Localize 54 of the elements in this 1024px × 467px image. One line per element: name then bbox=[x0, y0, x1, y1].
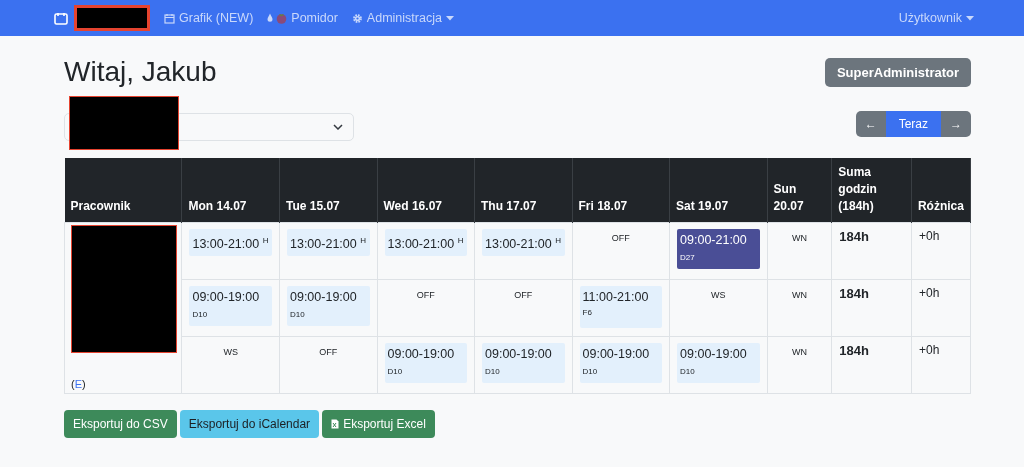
shift-block[interactable]: 13:00-21:00 $^{H}$ bbox=[482, 229, 565, 257]
column-header: Thu 17.07 bbox=[474, 158, 573, 223]
difference-cell: +0h bbox=[911, 336, 971, 394]
settings-icon bbox=[351, 12, 363, 24]
export-button[interactable]: Eksportuj Excel bbox=[322, 410, 435, 438]
shift-block[interactable]: 09:00-19:00 D10 bbox=[677, 343, 760, 383]
status-cell: OFF bbox=[279, 336, 377, 394]
column-header: Różnica bbox=[911, 158, 971, 223]
shift-block[interactable]: 09:00-19:00 D10 bbox=[579, 343, 663, 383]
today-button[interactable]: Teraz bbox=[885, 111, 941, 137]
status-cell: OFF bbox=[572, 222, 670, 280]
next-week-button[interactable]: → bbox=[941, 111, 971, 137]
shift-block[interactable]: 13:00-21:00 $^{H}$ bbox=[287, 229, 370, 257]
difference-cell: +0h bbox=[911, 222, 971, 280]
status-cell: WN bbox=[767, 336, 832, 394]
tomato-icon bbox=[276, 12, 288, 24]
column-header: Wed 16.07 bbox=[377, 158, 475, 223]
shift-block[interactable]: 13:00-21:00 $^{H}$ bbox=[384, 229, 467, 257]
export-button[interactable]: Eksportuj do iCalendar bbox=[179, 410, 320, 438]
status-cell: WN bbox=[767, 222, 832, 280]
bracket-text: ) bbox=[82, 378, 86, 390]
column-header: Tue 15.07 bbox=[279, 158, 377, 223]
shift-block[interactable]: 09:00-19:00 D10 bbox=[384, 343, 467, 383]
status-cell: OFF bbox=[377, 279, 475, 337]
greeting-heading: Witaj, Jakub bbox=[64, 56, 217, 88]
drop-icon bbox=[267, 12, 274, 22]
role-button[interactable]: SuperAdministrator bbox=[824, 57, 971, 87]
bracket-text: ( bbox=[71, 378, 75, 390]
column-header: Sun 20.07 bbox=[767, 158, 832, 223]
file-icon bbox=[331, 419, 340, 429]
column-header: Mon 14.07 bbox=[181, 158, 280, 223]
shift-block[interactable]: 09:00-21:00 D27 bbox=[677, 229, 760, 269]
shift-block[interactable]: 09:00-19:00 D10 bbox=[189, 286, 272, 326]
total-cell: 184h bbox=[831, 279, 912, 337]
column-header: Sat 19.07 bbox=[669, 158, 768, 223]
total-cell: 184h bbox=[831, 336, 912, 394]
export-button[interactable]: Eksportuj do CSV bbox=[64, 410, 177, 438]
shift-block[interactable]: 09:00-19:00 D10 bbox=[482, 343, 565, 383]
status-cell: WN bbox=[767, 279, 832, 337]
shift-block[interactable]: 13:00-21:00 $^{H}$ bbox=[189, 229, 272, 257]
edit-link[interactable]: E bbox=[74, 378, 82, 390]
column-header: Suma godzin (184h) bbox=[831, 158, 912, 223]
status-cell: WS bbox=[669, 279, 768, 337]
status-cell: WS bbox=[181, 336, 280, 394]
chevron-icon bbox=[333, 124, 343, 130]
difference-cell: +0h bbox=[911, 279, 971, 337]
shift-block[interactable]: 09:00-19:00 D10 bbox=[287, 286, 370, 326]
calendar-icon bbox=[54, 11, 68, 25]
column-header: Fri 18.07 bbox=[572, 158, 670, 223]
column-header: Pracownik bbox=[64, 158, 182, 223]
previous-week-button[interactable]: ← bbox=[855, 111, 886, 137]
status-cell: OFF bbox=[474, 279, 573, 337]
calendar-icon bbox=[164, 12, 175, 24]
total-cell: 184h bbox=[831, 222, 912, 280]
